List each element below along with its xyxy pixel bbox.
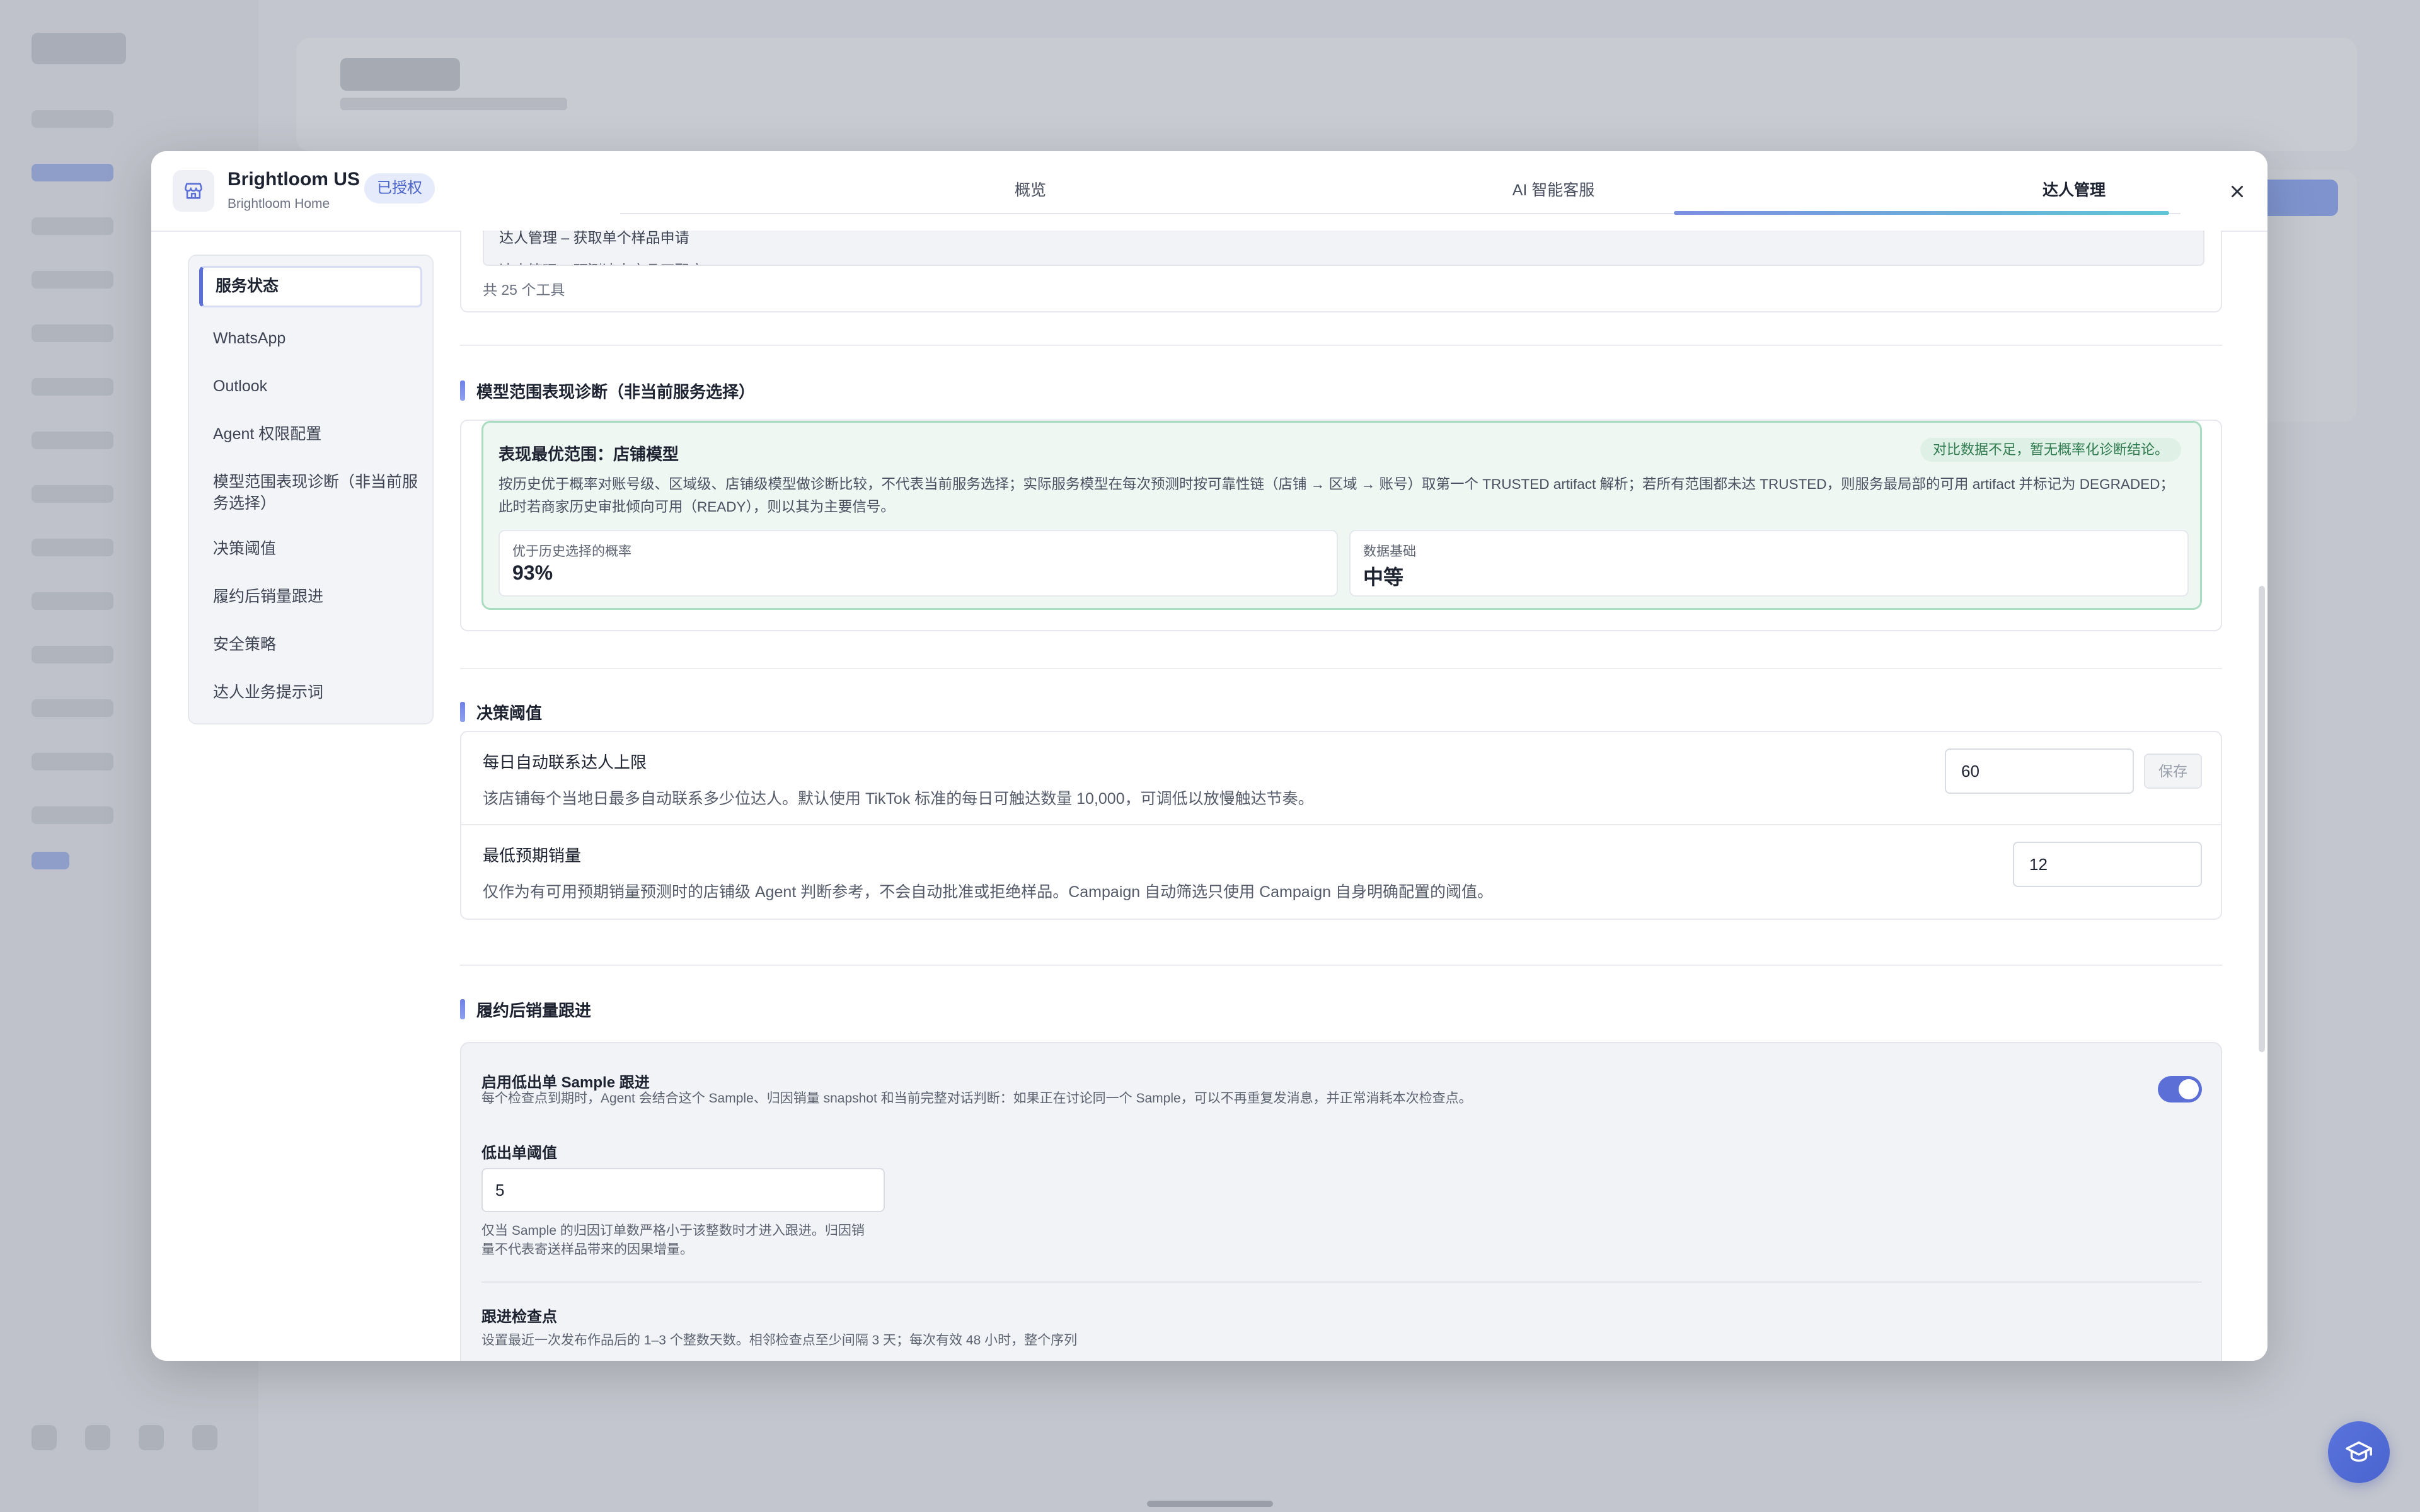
diagnosis-title: 表现最优范围：店铺模型 — [498, 445, 679, 464]
background-nav-item — [32, 753, 113, 770]
checkpoint-description: 设置最近一次发布作品后的 1–3 个整数天数。相邻检查点至少间隔 3 天；每次有… — [481, 1333, 1078, 1348]
background-logo — [32, 33, 126, 64]
nav-item-outlook[interactable]: Outlook — [213, 375, 267, 397]
background-nav-item — [32, 646, 113, 663]
store-name: Brightloom US — [228, 169, 360, 190]
threshold-help-line: 量不代表寄送样品带来的因果增量。 — [481, 1242, 693, 1257]
store-settings-modal: Brightloom US Brightloom Home 已授权 概览 AI … — [151, 151, 2267, 1361]
help-button[interactable] — [2328, 1421, 2390, 1483]
background-nav-item — [32, 806, 113, 824]
background-home-indicator — [1147, 1501, 1273, 1507]
settings-section-nav: 服务状态 WhatsApp Outlook Agent 权限配置 模型范围表现诊… — [188, 255, 434, 724]
tool-count: 共 25 个工具 — [483, 282, 565, 298]
nav-item-model-diagnosis[interactable]: 模型范围表现诊断（非当前服务选择） — [213, 471, 421, 514]
graduation-cap-icon — [2346, 1441, 2372, 1462]
section-title-model-diagnosis: 模型范围表现诊断（非当前服务选择） — [460, 379, 755, 403]
diagnosis-status-badge: 对比数据不足，暂无概率化诊断结论。 — [1920, 438, 2181, 462]
nav-item-security-policy[interactable]: 安全策略 — [213, 634, 276, 655]
daily-limit-description: 该店铺每个当地日最多自动联系多少位达人。默认使用 TikTok 标准的每日可触达… — [483, 790, 1314, 808]
row-divider — [461, 824, 2221, 825]
threshold-label: 低出单阈值 — [481, 1145, 557, 1162]
close-button[interactable] — [2222, 176, 2252, 207]
daily-limit-title: 每日自动联系达人上限 — [483, 753, 647, 772]
metric-win-probability: 优于历史选择的概率 93% — [498, 530, 1338, 597]
followup-enable-toggle[interactable] — [2158, 1076, 2202, 1102]
min-sales-title: 最低预期销量 — [483, 846, 582, 865]
min-sales-input[interactable]: 12 — [2013, 842, 2202, 887]
nav-item-service-status[interactable]: 服务状态 — [199, 266, 422, 307]
background-nav-item — [32, 378, 113, 396]
nav-item-agent-permissions[interactable]: Agent 权限配置 — [213, 423, 321, 445]
background-nav-item — [32, 110, 113, 128]
background-header-card — [296, 38, 2357, 151]
background-footer-icon — [85, 1425, 110, 1450]
close-icon — [2232, 186, 2243, 197]
background-nav-item — [32, 271, 113, 289]
background-nav-item — [32, 539, 113, 556]
nav-item-whatsapp[interactable]: WhatsApp — [213, 328, 285, 349]
background-title — [340, 58, 460, 91]
active-tab-indicator — [1674, 211, 2169, 215]
metric-label: 优于历史选择的概率 — [512, 544, 631, 559]
tab-overview[interactable]: 概览 — [926, 178, 1134, 203]
followup-card: 启用低出单 Sample 跟进 每个检查点到期时，Agent 会结合这个 Sam… — [460, 1042, 2222, 1361]
background-nav-item — [32, 485, 113, 503]
min-sales-description: 仅作为有可用预期销量预测时的店铺级 Agent 判断参考，不会自动批准或拒绝样品… — [483, 883, 1493, 901]
metric-label: 数据基础 — [1363, 544, 1416, 559]
background-footer-icon — [192, 1425, 217, 1450]
thresholds-card: 每日自动联系达人上限 该店铺每个当地日最多自动联系多少位达人。默认使用 TikT… — [460, 731, 2222, 920]
background-nav-item — [32, 324, 113, 342]
section-divider — [460, 345, 2222, 346]
background-subtitle — [340, 98, 567, 110]
background-nav-item — [32, 699, 113, 717]
authorized-badge: 已授权 — [364, 173, 435, 203]
store-subtitle: Brightloom Home — [228, 197, 330, 211]
followup-enable-description: 每个检查点到期时，Agent 会结合这个 Sample、归因销量 snapsho… — [481, 1091, 1472, 1106]
toggle-knob — [2179, 1079, 2199, 1099]
nav-item-decision-thresholds[interactable]: 决策阈值 — [213, 538, 276, 559]
background-footer-icon — [32, 1425, 57, 1450]
nav-item-post-fulfillment-followup[interactable]: 履约后销量跟进 — [213, 586, 323, 607]
tool-list-item: 达人管理 – 预测达人产品匹配度 — [499, 258, 704, 265]
diagnosis-description: 按历史优于概率对账号级、区域级、店铺级模型做诊断比较，不代表当前服务选择；实际服… — [498, 476, 2174, 515]
section-divider — [460, 668, 2222, 669]
tool-list-item: 达人管理 – 获取单个样品申请 — [499, 231, 689, 246]
low-order-threshold-input[interactable]: 5 — [481, 1168, 885, 1212]
daily-limit-input[interactable]: 60 — [1945, 748, 2134, 794]
metric-data-basis: 数据基础 中等 — [1349, 530, 2189, 597]
store-icon — [173, 170, 214, 212]
save-button[interactable]: 保存 — [2144, 753, 2202, 789]
section-divider — [460, 965, 2222, 966]
diagnosis-result-box: 表现最优范围：店铺模型 对比数据不足，暂无概率化诊断结论。 按历史优于概率对账号… — [481, 421, 2202, 610]
tab-creator-management[interactable]: 达人管理 — [1970, 178, 2178, 203]
metric-value: 93% — [512, 561, 553, 584]
content-scrollbar[interactable] — [2259, 586, 2265, 1052]
nav-item-creator-prompts[interactable]: 达人业务提示词 — [213, 682, 323, 703]
metric-value: 中等 — [1363, 566, 1404, 588]
settings-content[interactable]: 达人管理 – 获取单个样品申请 达人管理 – 预测达人产品匹配度 共 25 个工… — [460, 231, 2235, 1361]
section-title-decision-thresholds: 决策阈值 — [460, 701, 542, 724]
background-nav-item — [32, 164, 113, 181]
section-title-post-fulfillment: 履约后销量跟进 — [460, 998, 591, 1021]
tool-list[interactable]: 达人管理 – 获取单个样品申请 达人管理 – 预测达人产品匹配度 — [483, 231, 2204, 266]
modal-header: Brightloom US Brightloom Home 已授权 概览 AI … — [151, 151, 2267, 232]
background-nav-item — [32, 592, 113, 610]
diagnosis-card-frame: 表现最优范围：店铺模型 对比数据不足，暂无概率化诊断结论。 按历史优于概率对账号… — [460, 420, 2222, 631]
background-footer-icon — [139, 1425, 164, 1450]
background-nav-item — [32, 432, 113, 449]
tools-card: 达人管理 – 获取单个样品申请 达人管理 – 预测达人产品匹配度 共 25 个工… — [460, 231, 2222, 312]
tab-ai-customer-service[interactable]: AI 智能客服 — [1449, 178, 1657, 203]
row-divider — [481, 1281, 2202, 1283]
threshold-help-line: 仅当 Sample 的归因订单数严格小于该整数时才进入跟进。归因销 — [481, 1223, 865, 1238]
background-nav-item — [32, 217, 113, 235]
checkpoint-title: 跟进检查点 — [481, 1309, 557, 1326]
background-nav-item — [32, 852, 69, 869]
